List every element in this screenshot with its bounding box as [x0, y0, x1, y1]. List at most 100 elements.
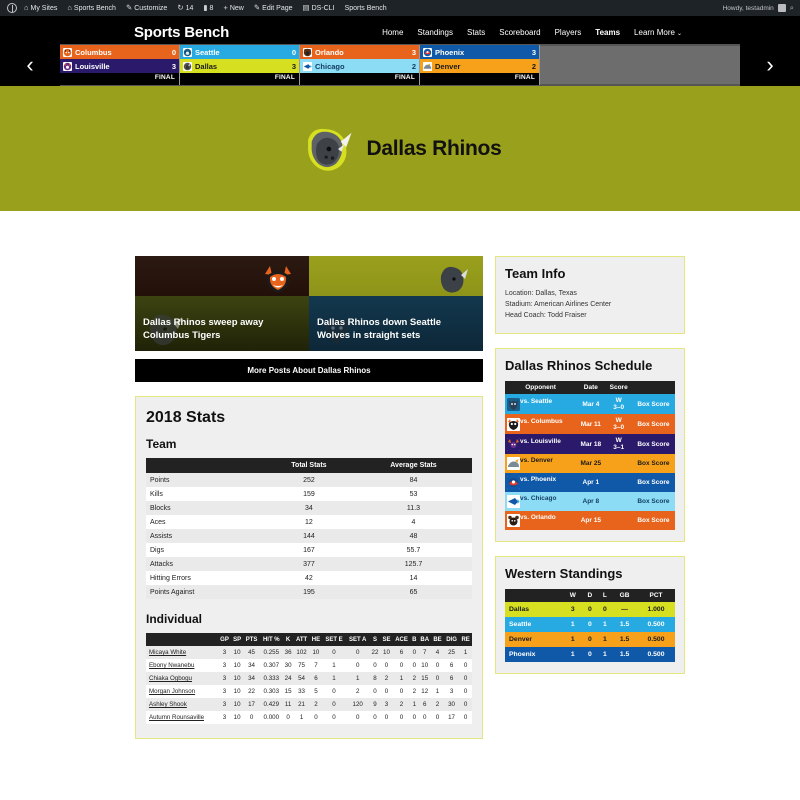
admin-bar-customize[interactable]: ✎ Customize [121, 4, 172, 12]
col-average-stats: Average Stats [354, 458, 472, 473]
boxscore-link[interactable]: Box Score [637, 460, 669, 467]
boxscore-cell[interactable]: Box Score [632, 454, 675, 473]
player-name-cell[interactable]: Morgan Johnson [146, 685, 218, 698]
admin-bar-my-sites[interactable]: ⌂ My Sites [19, 4, 62, 12]
nav-item-learn-more[interactable]: Learn More ⌄ [634, 28, 682, 37]
col-hit-pct: HIT % [259, 633, 283, 646]
nav-item-scoreboard[interactable]: Scoreboard [499, 28, 540, 37]
boxscore-cell[interactable]: Box Score [632, 492, 675, 511]
schedule-row[interactable]: vs. Orlando Apr 15 Box Score [505, 511, 675, 531]
player-link[interactable]: Autumn Rounsaville [149, 714, 204, 721]
scoreboard-game[interactable]: Seattle 0 Dallas 3 FINAL [180, 45, 300, 85]
game-away-row: Phoenix 3 [420, 45, 539, 59]
scoreboard-game[interactable]: Orlando 3 Chicago 2 FINAL [300, 45, 420, 85]
schedule-row[interactable]: vs. Seattle Mar 4 W 3–0 Box Score [505, 394, 675, 415]
stat-total: 12 [305, 518, 313, 526]
nav-item-teams[interactable]: Teams [595, 28, 620, 37]
schedule-row[interactable]: vs. Louisville Mar 18 W 3–1 Box Score [505, 434, 675, 455]
standings-row[interactable]: Dallas 3 0 0 — 1.000 [505, 602, 675, 618]
player-name-cell[interactable]: Ebony Nwanebu [146, 659, 218, 672]
player-link[interactable]: Chiaka Ogbogu [149, 675, 192, 682]
stat-cell: 3 [384, 701, 389, 708]
boxscore-cell[interactable]: Box Score [632, 511, 675, 530]
wordpress-icon[interactable] [7, 3, 17, 13]
player-name-cell[interactable]: Autumn Rounsaville [146, 711, 218, 724]
col-total-stats: Total Stats [262, 458, 355, 473]
scoreboard-game[interactable]: Phoenix 3 Denver 2 FINAL [420, 45, 540, 85]
admin-bar-account[interactable]: Howdy, testadmin ⌕ [723, 4, 796, 12]
post-card[interactable]: Dallas Rhinos down Seattle Wolves in str… [309, 256, 483, 351]
standings-row[interactable]: Denver 1 0 1 1.5 0.500 [505, 632, 675, 648]
boxscore-link[interactable]: Box Score [637, 401, 669, 408]
stat-cell: 1 [412, 701, 417, 708]
schedule-row[interactable]: vs. Phoenix Apr 1 Box Score [505, 473, 675, 493]
nav-item-home[interactable]: Home [382, 28, 403, 37]
boxscore-cell[interactable]: Box Score [632, 414, 675, 434]
stat-cell: 0 [286, 714, 290, 721]
boxscore-link[interactable]: Box Score [637, 517, 669, 524]
player-name-cell[interactable]: Ashley Shook [146, 698, 218, 711]
player-name-cell[interactable]: Chiaka Ogbogu [146, 672, 218, 685]
site-title[interactable]: Sports Bench [134, 24, 229, 41]
opponent-name: vs. Denver [520, 457, 553, 465]
scoreboard-next-button[interactable]: › [740, 44, 800, 86]
opponent-name: vs. Phoenix [520, 476, 557, 484]
schedule-table: Opponent Date Score vs. Seattle Mar 4 W3… [505, 381, 675, 531]
boxscore-cell[interactable]: Box Score [632, 434, 675, 454]
stat-cell: 10 [312, 649, 320, 656]
opponent-name: vs. Orlando [520, 514, 556, 522]
boxscore-cell[interactable]: Box Score [632, 473, 675, 492]
player-name-cell[interactable]: Micaya White [146, 646, 218, 659]
nav-item-standings[interactable]: Standings [417, 28, 453, 37]
standings-pct: 1.000 [647, 606, 665, 614]
col-ba: BA [418, 633, 432, 646]
boxscore-link[interactable]: Box Score [637, 498, 669, 505]
nav-item-players[interactable]: Players [555, 28, 582, 37]
admin-bar-edit-page[interactable]: ✎ Edit Page [249, 4, 298, 12]
team-score: 3 [411, 47, 416, 57]
admin-bar-site-name[interactable]: Sports Bench [340, 5, 392, 12]
bear-logo-icon [303, 47, 312, 57]
admin-bar-comments[interactable]: ▮ 8 [198, 4, 218, 12]
standings-pct: 0.500 [647, 636, 665, 644]
stat-cell: 0 [332, 714, 336, 721]
standings-row[interactable]: Seattle 1 0 1 1.5 0.500 [505, 617, 675, 633]
schedule-row[interactable]: vs. Denver Mar 25 Box Score [505, 454, 675, 474]
admin-bar-label: Sports Bench [73, 4, 116, 12]
player-link[interactable]: Micaya White [149, 649, 186, 656]
game-home-row: Dallas 3 [180, 59, 299, 73]
search-icon[interactable]: ⌕ [790, 4, 794, 12]
stat-cell: 7 [314, 662, 318, 669]
stat-cell: 0 [435, 662, 440, 669]
boxscore-link[interactable]: Box Score [637, 421, 669, 428]
more-posts-button[interactable]: More Posts About Dallas Rhinos [135, 359, 483, 382]
boxscore-link[interactable]: Box Score [637, 441, 669, 448]
scoreboard-game[interactable]: Columbus 0 Louisville 3 FINAL [60, 45, 180, 85]
col-se: SE [380, 633, 393, 646]
player-link[interactable]: Ebony Nwanebu [149, 662, 194, 669]
player-link[interactable]: Ashley Shook [149, 701, 187, 708]
standings-l: 1 [603, 621, 607, 629]
stat-cell: 2 [355, 688, 360, 695]
standings-l: 1 [603, 651, 607, 659]
col-gp: GP [218, 633, 232, 646]
schedule-row[interactable]: vs. Columbus Mar 11 W 3–0 Box Score [505, 414, 675, 435]
admin-bar-ds-cli[interactable]: ▤ DS-CLI [298, 4, 340, 12]
game-date: Mar 18 [580, 440, 602, 448]
scoreboard-prev-button[interactable]: ‹ [0, 44, 60, 86]
boxscore-cell[interactable]: Box Score [632, 394, 675, 414]
standings-row[interactable]: Phoenix 1 0 1 1.5 0.500 [505, 647, 675, 663]
boxscore-link[interactable]: Box Score [637, 479, 669, 486]
admin-bar-new[interactable]: + New [218, 4, 248, 12]
header-row: Sports Bench Home Standings Stats Scoreb… [0, 21, 800, 44]
nav-item-stats[interactable]: Stats [467, 28, 485, 37]
player-link[interactable]: Morgan Johnson [149, 688, 195, 695]
standings-team: Phoenix [509, 651, 536, 659]
game-date: Mar 4 [582, 400, 600, 408]
stat-cell: 10 [233, 649, 241, 656]
admin-bar-updates[interactable]: ↻ 14 [172, 4, 198, 12]
post-card[interactable]: Dallas Rhinos sweep away Columbus Tigers [135, 256, 309, 351]
admin-bar-sports-bench[interactable]: ⌂ Sports Bench [62, 4, 121, 12]
stat-cell: 3 [222, 714, 227, 721]
schedule-row[interactable]: vs. Chicago Apr 8 Box Score [505, 492, 675, 512]
